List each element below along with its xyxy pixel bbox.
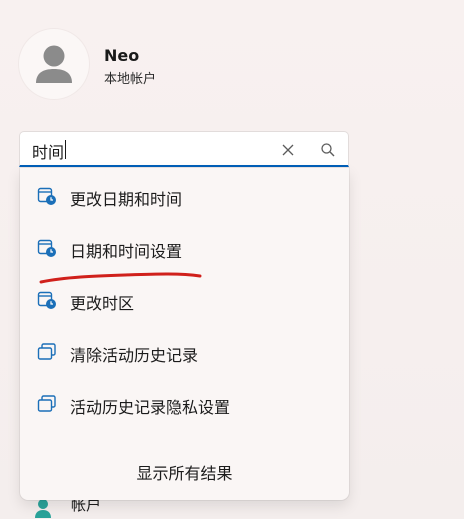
result-label: 更改日期和时间	[70, 190, 183, 209]
result-label: 更改时区	[70, 294, 135, 313]
search-result-activity-history-privacy[interactable]: 活动历史记录隐私设置	[20, 382, 349, 426]
search-result-clear-activity-history[interactable]: 清除活动历史记录	[20, 330, 349, 374]
user-silhouette-icon	[36, 45, 72, 83]
account-type: 本地帐户	[104, 72, 157, 87]
user-avatar	[19, 29, 89, 99]
result-label: 日期和时间设置	[70, 242, 183, 261]
search-results-dropdown: 更改日期和时间 日期和时间设置 更改时区 清除活动历史记录 活动历史记录隐私设置…	[20, 168, 349, 500]
calendar-clock-icon	[37, 239, 56, 257]
clear-search-button[interactable]	[276, 138, 300, 162]
search-result-change-date-time[interactable]: 更改日期和时间	[20, 174, 349, 218]
copy-windows-icon	[37, 343, 56, 360]
copy-windows-icon	[37, 395, 56, 412]
user-name: Neo	[104, 46, 140, 65]
search-input[interactable]: 时间	[32, 139, 64, 163]
search-result-change-time-zone[interactable]: 更改时区	[20, 278, 349, 322]
calendar-clock-icon	[37, 187, 56, 205]
settings-search-box[interactable]: 时间	[19, 131, 349, 167]
result-label: 活动历史记录隐私设置	[70, 398, 231, 417]
search-result-date-time-settings[interactable]: 日期和时间设置	[20, 226, 349, 270]
search-icon[interactable]	[316, 138, 340, 162]
calendar-clock-icon	[37, 291, 56, 309]
text-caret	[65, 140, 66, 159]
result-label: 清除活动历史记录	[70, 346, 199, 365]
show-all-results-link[interactable]: 显示所有结果	[20, 460, 349, 484]
